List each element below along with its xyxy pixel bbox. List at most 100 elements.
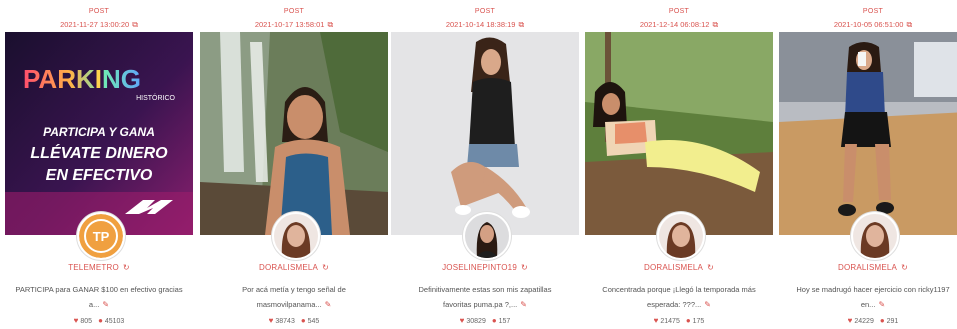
post-stats: ♥ 30829 ● 157	[391, 316, 579, 325]
banner-line-3: EN EFECTIVO	[46, 167, 153, 184]
post-caption: Hoy se madrugó hacer ejercicio con ricky…	[785, 282, 957, 312]
avatar[interactable]: TP	[77, 212, 125, 260]
avatar[interactable]	[463, 212, 511, 260]
refresh-icon[interactable]: ↻	[901, 263, 908, 272]
post-stats: ♥ 24229 ● 291	[779, 316, 957, 325]
post-image[interactable]	[585, 32, 773, 235]
likes-count: 805	[80, 318, 93, 325]
caption-line-2: esperada: ???... ✎	[591, 297, 767, 312]
caption-line-2: masmovilpanama... ✎	[206, 297, 382, 312]
post-date-text: 2021-10-17 13:58:01	[254, 20, 325, 29]
post-stats: ♥ 805 ● 45103	[5, 316, 193, 325]
post-card-2: POST 2021-10-17 13:58:01 ⧉ DORALISMELA ↻ P…	[200, 0, 388, 329]
refresh-icon[interactable]: ↻	[707, 263, 714, 272]
post-card-5: POST 2021-10-05 06:51:00 ⧉ DORALISMELA ↻ H…	[779, 0, 957, 329]
username-text[interactable]: DORALISMELA	[838, 263, 897, 272]
refresh-icon[interactable]: ↻	[123, 263, 130, 272]
username-text[interactable]: JOSELINEPINTO19	[442, 263, 517, 272]
caption-line-2: a... ✎	[11, 297, 187, 312]
username[interactable]: DORALISMELA ↻	[585, 263, 773, 272]
caption-line-2: en... ✎	[785, 297, 957, 312]
post-image[interactable]	[391, 32, 579, 235]
caption-line-2-text: favoritas puma.pa ?,...	[443, 300, 518, 309]
avatar-text: TP	[93, 229, 110, 244]
external-link-icon[interactable]: ⧉	[327, 20, 333, 29]
likes-count: 21475	[660, 318, 680, 325]
caption-line-2-text: en...	[860, 300, 876, 309]
refresh-icon[interactable]: ↻	[521, 263, 528, 272]
comment-icon: ●	[685, 316, 691, 325]
pencil-icon[interactable]: ✎	[520, 300, 527, 309]
banner-line-1: PARTICIPA Y GANA	[43, 125, 155, 139]
pencil-icon[interactable]: ✎	[704, 300, 711, 309]
likes-count: 38743	[275, 318, 295, 325]
pencil-icon[interactable]: ✎	[325, 300, 332, 309]
caption-line-2-text: a...	[88, 300, 100, 309]
username[interactable]: JOSELINEPINTO19 ↻	[391, 263, 579, 272]
post-card-1: POST 2021-11-27 13:00:20 ⧉ PARKING HISTÓ…	[5, 0, 193, 329]
banner-logo-i: I	[95, 64, 102, 94]
avatar[interactable]	[272, 212, 320, 260]
post-date-text: 2021-10-14 18:38:19	[445, 20, 516, 29]
post-stats: ♥ 38743 ● 545	[200, 316, 388, 325]
external-link-icon[interactable]: ⧉	[712, 20, 718, 29]
username[interactable]: DORALISMELA ↻	[779, 263, 957, 272]
comments-count: 45103	[104, 318, 125, 325]
comments-count: 157	[498, 318, 511, 325]
post-image[interactable]: PARKING HISTÓRICO PARTICIPA Y GANA LLÉVA…	[5, 32, 193, 235]
heart-icon: ♥	[268, 316, 274, 325]
post-date: 2021-10-14 18:38:19 ⧉	[391, 20, 579, 30]
username-text[interactable]: DORALISMELA	[644, 263, 703, 272]
caption-line-2-text: esperada: ???...	[647, 300, 702, 309]
pencil-icon[interactable]: ✎	[878, 300, 885, 309]
comment-icon: ●	[491, 316, 497, 325]
avatar[interactable]	[657, 212, 705, 260]
post-date-text: 2021-10-05 06:51:00	[833, 20, 904, 29]
post-type-label: POST	[862, 8, 884, 15]
caption-line-1: Concentrada porque ¡Llegó la temporada m…	[602, 285, 756, 294]
post-caption: PARTICIPA para GANAR $100 en efectivo gr…	[11, 282, 187, 312]
caption-line-2-text: masmovilpanama...	[256, 300, 322, 309]
external-link-icon[interactable]: ⧉	[132, 20, 138, 29]
likes-count: 24229	[854, 318, 874, 325]
banner-line-2: LLÉVATE DINERO	[30, 143, 168, 162]
username-text[interactable]: DORALISMELA	[259, 263, 318, 272]
post-caption: Por acá metía y tengo señal de masmovilp…	[206, 282, 382, 312]
external-link-icon[interactable]: ⧉	[906, 20, 912, 29]
banner-logo-sub: HISTÓRICO	[136, 93, 175, 102]
comment-icon: ●	[300, 316, 306, 325]
username[interactable]: TELEMETRO ↻	[5, 263, 193, 272]
username-text[interactable]: TELEMETRO	[68, 263, 119, 272]
post-card-3: POST 2021-10-14 18:38:19 ⧉ JOSELINEPINTO1…	[391, 0, 579, 329]
post-image[interactable]	[200, 32, 388, 235]
post-image[interactable]	[779, 32, 957, 235]
caption-line-1: Hoy se madrugó hacer ejercicio con ricky…	[796, 285, 950, 294]
post-type-label: POST	[283, 8, 305, 15]
caption-line-1: Por acá metía y tengo señal de	[242, 285, 346, 294]
post-date-text: 2021-11-27 13:00:20	[60, 20, 130, 29]
comment-icon: ●	[98, 316, 103, 325]
refresh-icon[interactable]: ↻	[322, 263, 329, 272]
post-type-label: POST	[668, 8, 690, 15]
post-type-label: POST	[88, 8, 110, 15]
caption-line-2: favoritas puma.pa ?,... ✎	[397, 297, 573, 312]
heart-icon: ♥	[73, 316, 79, 325]
post-stats: ♥ 21475 ● 175	[585, 316, 773, 325]
comments-count: 545	[307, 318, 320, 325]
heart-icon: ♥	[653, 316, 659, 325]
username[interactable]: DORALISMELA ↻	[200, 263, 388, 272]
post-date: 2021-10-17 13:58:01 ⧉	[200, 20, 388, 30]
comments-count: 175	[692, 318, 705, 325]
banner-logo-prefix: PARK	[23, 64, 95, 94]
post-date: 2021-11-27 13:00:20 ⧉	[5, 20, 193, 30]
heart-icon: ♥	[847, 316, 853, 325]
post-date: 2021-12-14 06:08:12 ⧉	[585, 20, 773, 30]
avatar[interactable]	[851, 212, 899, 260]
external-link-icon[interactable]: ⧉	[518, 20, 524, 29]
pencil-icon[interactable]: ✎	[102, 300, 109, 309]
post-card-4: POST 2021-12-14 06:08:12 ⧉ DORALISMELA ↻ C…	[585, 0, 773, 329]
comment-icon: ●	[879, 316, 885, 325]
post-date: 2021-10-05 06:51:00 ⧉	[779, 20, 957, 30]
post-caption: Definitivamente estas son mis zapatillas…	[397, 282, 573, 312]
caption-line-1: PARTICIPA para GANAR $100 en efectivo gr…	[15, 285, 183, 294]
